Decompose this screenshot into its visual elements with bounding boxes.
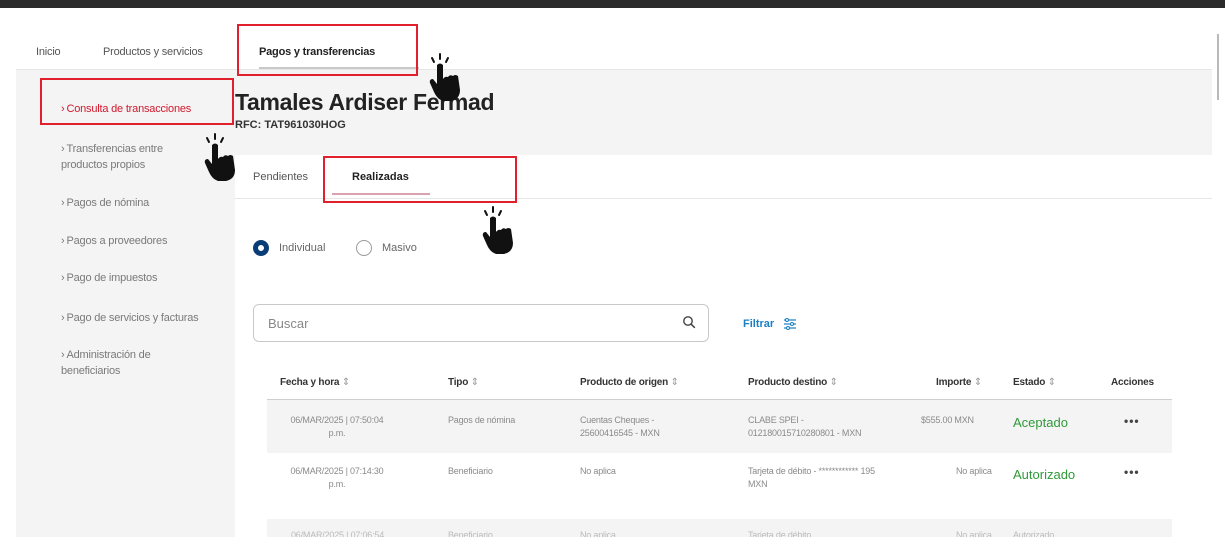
column-header-destino[interactable]: Producto destino ⇕: [748, 377, 838, 388]
radio-masivo[interactable]: [356, 240, 372, 256]
cell-tipo: Pagos de nómina: [448, 415, 516, 425]
cell-fecha: 06/MAR/2025 | 07:06:54: [291, 530, 385, 537]
cell-importe: No aplica: [956, 466, 992, 476]
cell-tipo: Beneficiario: [448, 466, 493, 476]
sidebar-item-label: Pagos a proveedores: [66, 235, 168, 247]
cell-destino: Tarjeta de débito: [748, 530, 812, 537]
column-header-tipo[interactable]: Tipo ⇕: [448, 377, 479, 388]
tab-pendientes[interactable]: Pendientes: [253, 171, 308, 183]
highlight-box-tab: [323, 156, 517, 203]
sidebar-item-label: Pago de servicios y facturas: [66, 312, 199, 324]
filter-button[interactable]: Filtrar: [743, 318, 774, 330]
cell-destino: CLABE SPEI - 012180015710280801 - MXN: [748, 415, 862, 438]
column-header-estado[interactable]: Estado ⇕: [1013, 377, 1056, 388]
top-bar: [0, 0, 1225, 8]
status-badge: Autorizado: [1013, 530, 1055, 537]
table-row[interactable]: 06/MAR/2025 | 07:06:54 Beneficiario No a…: [267, 519, 1172, 537]
main-nav: Inicio Productos y servicios Pagos y tra…: [16, 8, 1212, 70]
hand-pointer-icon: [429, 53, 460, 101]
highlight-box-sidebar: [40, 78, 234, 125]
radio-individual[interactable]: [253, 240, 269, 256]
sidebar-item-label: Pagos de nómina: [66, 197, 150, 209]
sidebar-item-servicios[interactable]: › Pago de servicios y facturas: [61, 310, 199, 326]
search-icon[interactable]: [682, 315, 696, 329]
table-row[interactable]: 06/MAR/2025 | 07:50:04 p.m. Pagos de nóm…: [267, 400, 1172, 453]
more-actions-icon[interactable]: •••: [1124, 414, 1140, 428]
cell-origen: Cuentas Cheques - 25600416545 - MXN: [580, 415, 660, 438]
cell-destino: Tarjeta de débito - ************ 195 MXN: [748, 466, 875, 489]
cell-fecha: 06/MAR/2025 | 07:50:04 p.m.: [290, 415, 384, 438]
hand-pointer-icon: [204, 133, 235, 181]
column-header-origen[interactable]: Producto de origen ⇕: [580, 377, 679, 388]
nav-item-inicio[interactable]: Inicio: [36, 46, 61, 58]
column-header-importe[interactable]: Importe ⇕: [936, 377, 982, 388]
more-actions-icon[interactable]: •••: [1124, 465, 1140, 479]
nav-item-productos[interactable]: Productos y servicios: [103, 46, 203, 58]
scrollbar[interactable]: [1217, 34, 1219, 100]
sidebar-item-label: Transferencias entre productos propios: [61, 143, 163, 171]
table-row[interactable]: 06/MAR/2025 | 07:14:30 p.m. Beneficiario…: [267, 453, 1172, 519]
cell-tipo: Beneficiario: [448, 530, 493, 537]
search-input[interactable]: Buscar: [253, 304, 709, 342]
column-header-fecha[interactable]: Fecha y hora ⇕: [280, 377, 350, 388]
column-header-acciones: Acciones: [1111, 377, 1154, 388]
radio-individual-label[interactable]: Individual: [279, 242, 325, 254]
status-badge: Aceptado: [1013, 415, 1068, 430]
sidebar-item-nomina[interactable]: › Pagos de nómina: [61, 195, 149, 211]
filter-icon[interactable]: [783, 318, 797, 330]
cell-origen: No aplica: [580, 530, 616, 537]
search-placeholder: Buscar: [268, 316, 309, 331]
cell-origen: No aplica: [580, 466, 616, 476]
sidebar-item-beneficiarios[interactable]: › Administración de beneficiarios: [61, 347, 191, 379]
cell-importe: No aplica: [956, 530, 992, 537]
sidebar-item-impuestos[interactable]: › Pago de impuestos: [61, 270, 157, 286]
hand-pointer-icon: [482, 206, 513, 254]
rfc-label: RFC: TAT961030HOG: [235, 119, 346, 131]
sidebar-item-transferencias[interactable]: › Transferencias entre productos propios: [61, 141, 191, 173]
radio-masivo-label[interactable]: Masivo: [382, 242, 417, 254]
highlight-box-nav: [237, 24, 418, 76]
sidebar-item-proveedores[interactable]: › Pagos a proveedores: [61, 233, 167, 249]
status-badge: Autorizado: [1013, 467, 1076, 482]
sidebar-item-label: Administración de beneficiarios: [61, 349, 151, 377]
sidebar-item-label: Pago de impuestos: [66, 272, 158, 284]
cell-importe: $555.00 MXN: [921, 415, 974, 425]
cell-fecha: 06/MAR/2025 | 07:14:30 p.m.: [290, 466, 384, 489]
